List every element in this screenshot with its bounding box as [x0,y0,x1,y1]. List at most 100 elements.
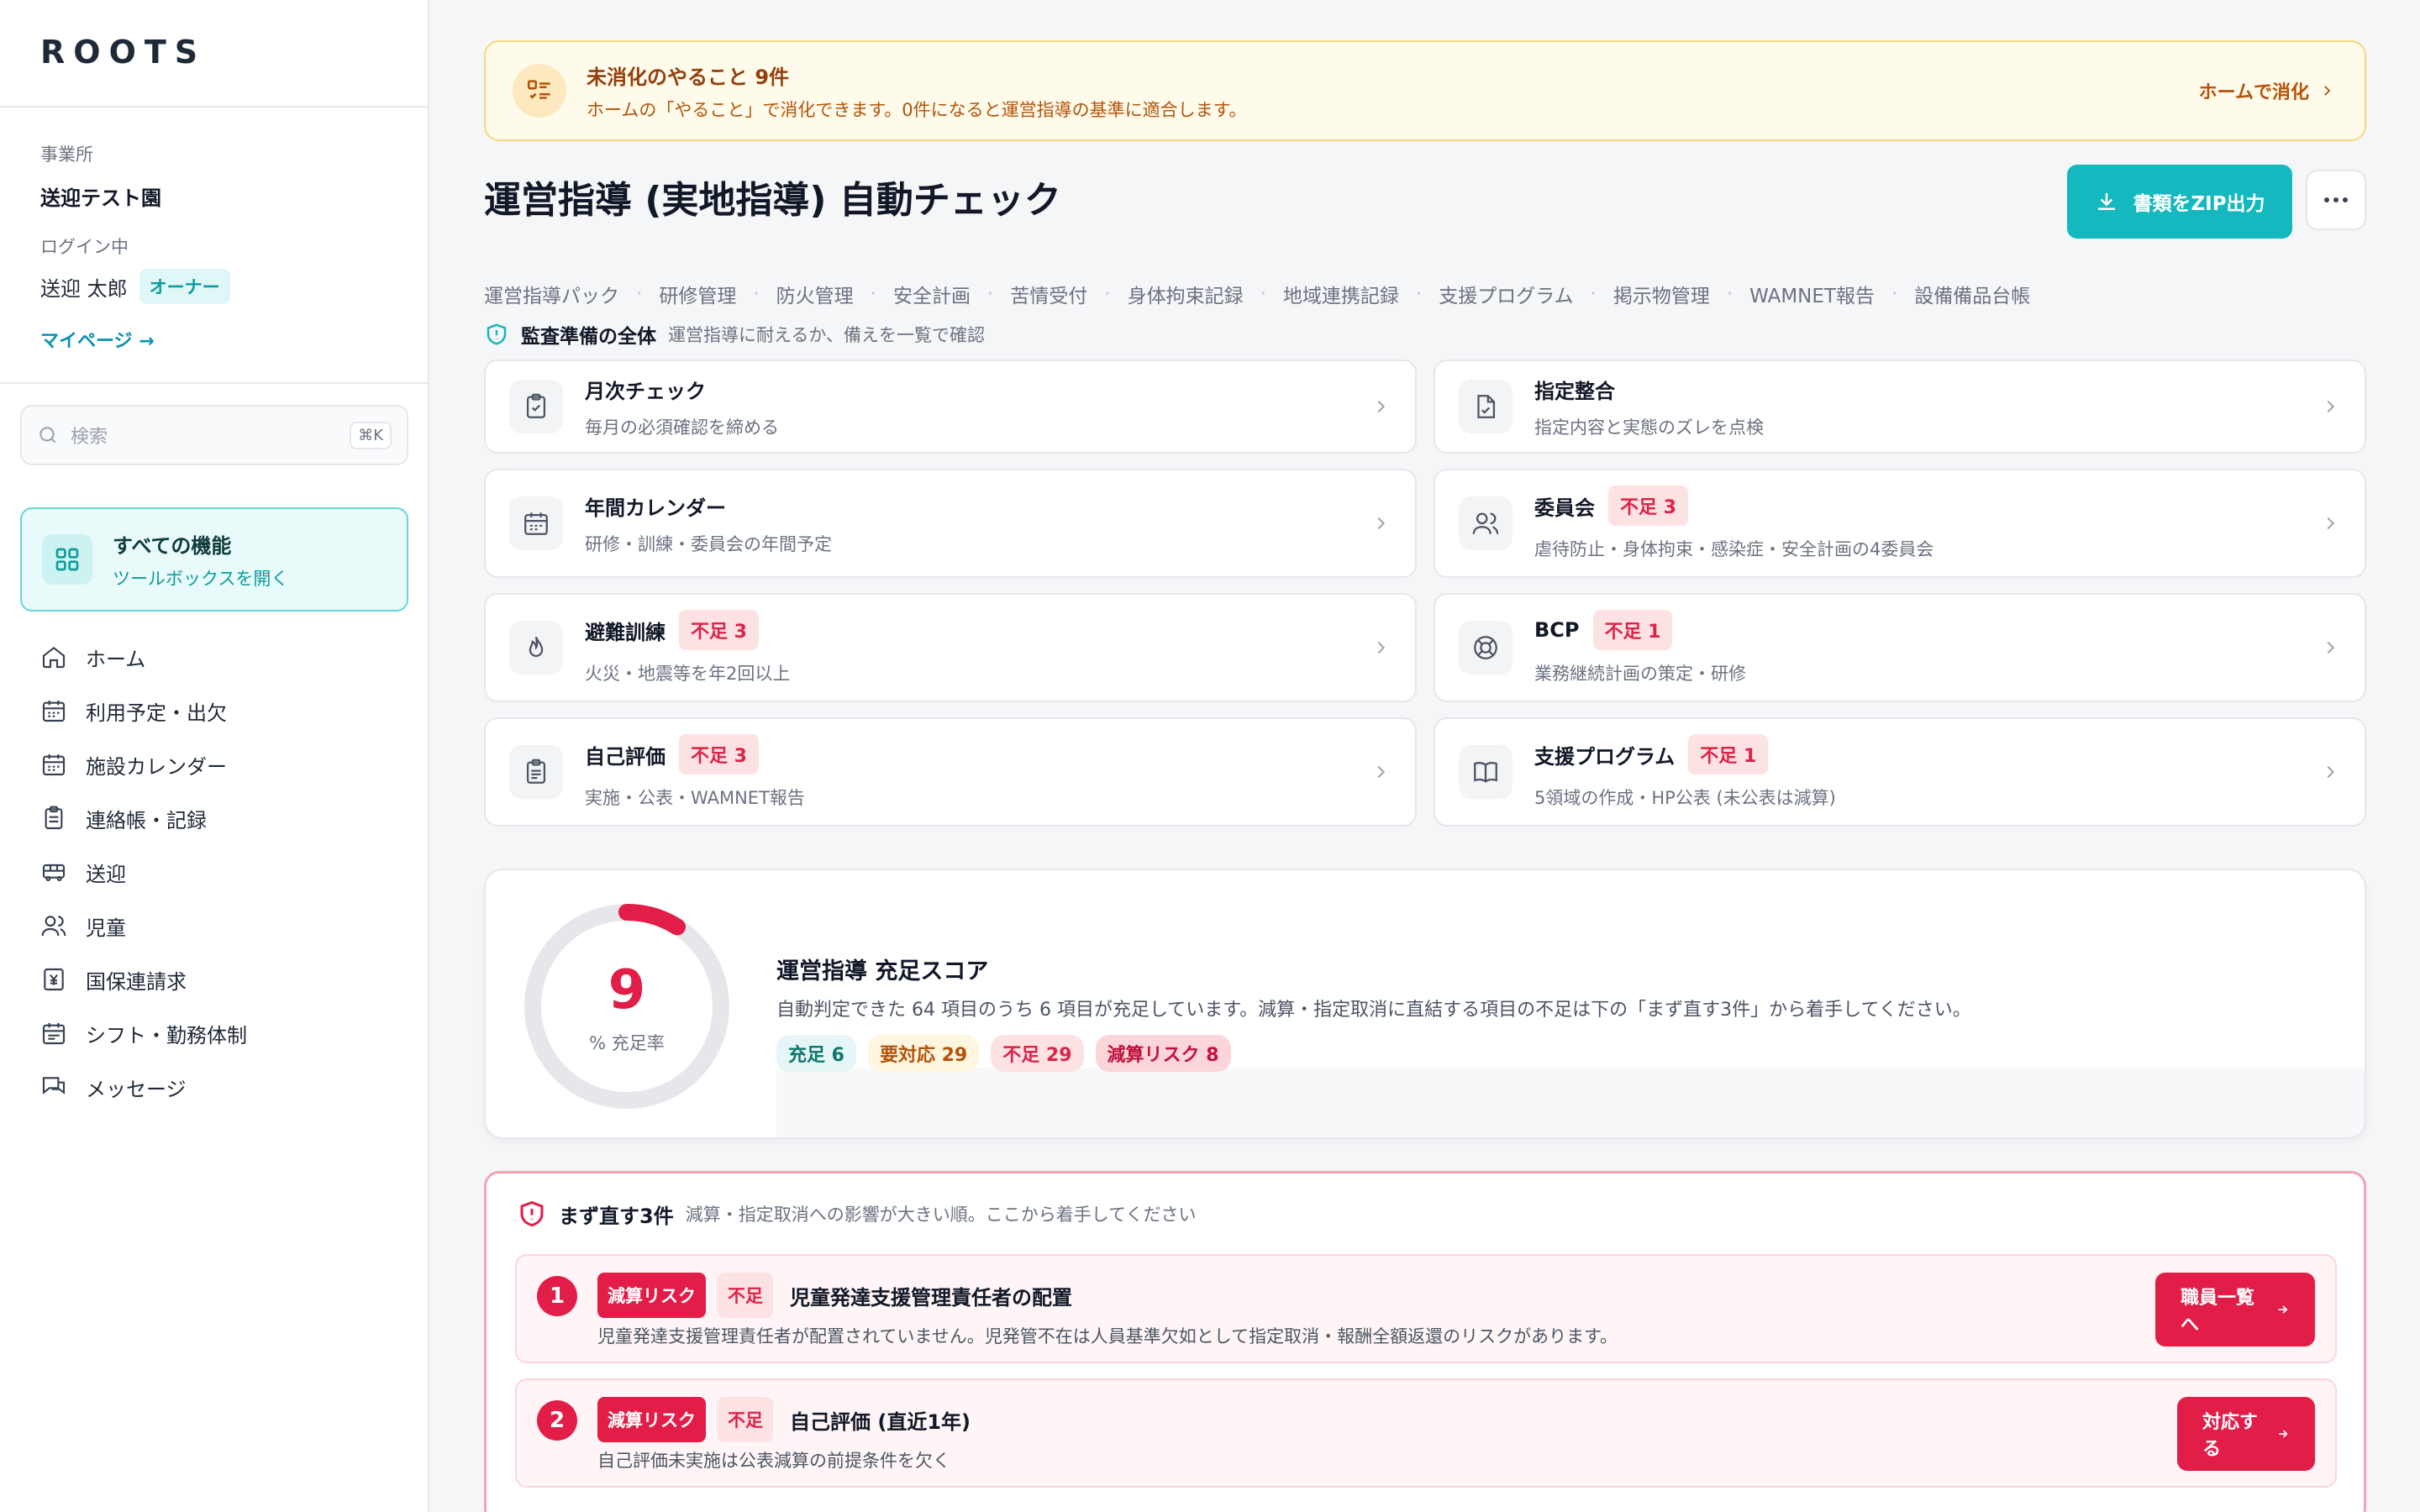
sidebar-item-label: 利用予定・出欠 [86,701,227,725]
sidebar-item-children[interactable]: 児童 [40,899,247,953]
sidebar-item-attendance[interactable]: 利用予定・出欠 [40,684,247,738]
subnav-link[interactable]: 設備備品台帳 [1914,280,2030,308]
zip-export-label: 書類をZIP出力 [2133,193,2265,215]
todo-title: 未消化のやること 9件 [587,65,790,89]
chevron-right-icon [2324,86,2331,96]
resolve-button[interactable]: 対応する [2177,1397,2315,1471]
shield-icon [487,323,507,345]
subnav-link[interactable]: 防火管理 [776,280,854,308]
users-icon [1459,496,1512,550]
clipboard-check-icon [509,380,563,433]
page-header: 運営指導 (実地指導) 自動チェック 書類をZIP出力 [484,141,2366,276]
card-title: 自己評価 [585,744,666,769]
chip-fulfilled: 充足 6 [776,1035,856,1072]
calendar-icon [42,754,66,776]
subnav-link[interactable]: 研修管理 [659,280,736,308]
arrow-right-icon [2278,1305,2288,1314]
card-title: 月次チェック [585,379,706,403]
sidebar-item-shift[interactable]: シフト・勤務体制 [40,1006,247,1060]
chevron-right-icon [2327,765,2335,779]
chevron-right-icon [1377,641,1386,654]
fix-item-description: 児童発達支援管理責任者が配置されていません。児発管不在は人員基準欠如として指定取… [597,1326,1618,1347]
sidebar-item-facility-calendar[interactable]: 施設カレンダー [40,738,247,791]
fix-item-description: 自己評価未実施は公表減算の前提条件を欠く [597,1451,950,1471]
card-self-evaluation[interactable]: 自己評価 不足 3 実施・公表・WAMNET報告 [484,717,1417,827]
sidebar-item-billing[interactable]: 国保連請求 [40,953,247,1006]
card-annual-calendar[interactable]: 年間カレンダー 研修・訓練・委員会の年間予定 [484,469,1417,578]
staff-list-button[interactable]: 職員一覧へ [2155,1273,2315,1347]
subnav-link[interactable]: 地域連携記録 [1283,280,1399,308]
page-title: 運営指導 (実地指導) 自動チェック [484,179,1061,222]
subnav-link[interactable]: 身体拘束記録 [1128,280,1244,308]
fix-item-number: 2 [537,1400,577,1441]
subnav-link[interactable]: WAMNET報告 [1749,280,1875,308]
card-subtitle: 実施・公表・WAMNET報告 [585,788,805,808]
card-bcp[interactable]: BCP 不足 1 業務継続計画の策定・研修 [1434,593,2366,702]
card-title: 避難訓練 [585,620,666,644]
score-title: 運営指導 充足スコア [776,958,989,984]
chip-shortage: 不足 29 [991,1035,1084,1072]
search-input[interactable]: 検索 [71,422,338,449]
fix-item-number: 1 [537,1276,577,1316]
sidebar-divider [0,106,428,108]
chip-action-needed: 要対応 29 [867,1035,980,1072]
clipboard-icon [45,806,63,830]
mypage-link[interactable]: マイページ → [40,326,155,353]
grid-icon [42,534,92,585]
search-icon [39,427,56,444]
home-digest-link[interactable]: ホームで消化 [2199,77,2334,104]
subnav-link[interactable]: 運営指導パック [484,280,619,308]
checklist-icon [513,64,566,118]
all-features-button[interactable]: すべての機能 ツールボックスを開く [20,507,408,612]
sidebar-item-records[interactable]: 連絡帳・記録 [40,791,247,845]
todo-subtitle: ホームの「やること」で消化できます。0件になると運営指導の基準に適合します。 [587,99,1247,120]
shortage-badge: 不足 3 [679,610,759,650]
subnav-separator: · [636,283,643,305]
fix-item-title: 児童発達支援管理責任者の配置 [790,1285,1072,1310]
sidebar-item-label: 連絡帳・記録 [86,808,207,832]
sidebar: ROOTS 事業所 送迎テスト園 ログイン中 送迎 太郎 オーナー マイページ … [0,0,429,1512]
card-title: 支援プログラム [1534,744,1676,769]
search-box[interactable]: 検索 ⌘K [20,405,408,465]
app-root: ROOTS 事業所 送迎テスト園 ログイン中 送迎 太郎 オーナー マイページ … [0,0,2420,1512]
score-unit-label: % 充足率 [589,1033,665,1053]
fix-first-title: まず直す3件 [559,1204,674,1228]
card-designation-consistency[interactable]: 指定整合 指定内容と実態のズレを点検 [1434,360,2366,454]
audit-section-title: 監査準備の全体 [521,326,656,348]
card-evacuation-drill[interactable]: 避難訓練 不足 3 火災・地震等を年2回以上 [484,593,1417,702]
sidebar-item-home[interactable]: ホーム [40,630,247,684]
sidebar-item-label: 児童 [86,916,126,940]
all-features-subtitle: ツールボックスを開く [113,568,289,589]
sidebar-item-label: 国保連請求 [86,969,187,994]
sidebar-nav: ホーム 利用予定・出欠 施設カレンダー 連絡帳・記録 送迎 児童 国保連請求 シ… [40,630,247,1114]
shortage-badge: 不足 3 [1608,486,1688,526]
more-button[interactable] [2306,170,2366,230]
home-icon [42,646,66,669]
subnav: 運営指導パック · 研修管理 · 防火管理 · 安全計画 · 苦情受付 · 身体拘束記録 ·… [484,276,2366,312]
subnav-link[interactable]: 苦情受付 [1010,280,1087,308]
card-committee[interactable]: 委員会 不足 3 虐待防止・身体拘束・感染症・安全計画の4委員会 [1434,469,2366,578]
score-description: 自動判定できた 64 項目のうち 6 項目が充足しています。減算・指定取消に直結… [776,1000,1971,1021]
sidebar-item-transport[interactable]: 送迎 [40,845,247,899]
sidebar-item-messages[interactable]: メッセージ [40,1060,247,1114]
arrow-right-icon [2279,1430,2288,1438]
office-label: 事業所 [40,144,93,165]
sidebar-item-label: メッセージ [86,1077,187,1101]
search-shortcut: ⌘K [350,421,392,449]
zip-export-button[interactable]: 書類をZIP出力 [2067,165,2292,239]
audit-section-subtitle: 運営指導に耐えるか、備えを一覧で確認 [668,325,985,345]
card-support-program[interactable]: 支援プログラム 不足 1 5領域の作成・HP公表 (未公表は減算) [1434,717,2366,827]
compliance-score-card: 9 % 充足率 運営指導 充足スコア 自動判定できた 64 項目のうち 6 項目… [484,869,2366,1139]
subnav-link[interactable]: 支援プログラム [1439,280,1573,308]
lifebuoy-icon [1459,621,1512,675]
subnav-link[interactable]: 掲示物管理 [1613,280,1710,308]
fix-item: 1 減算リスク 不足 児童発達支援管理責任者の配置 児童発達支援管理責任者が配置… [515,1254,2337,1363]
card-subtitle: 研修・訓練・委員会の年間予定 [585,533,832,554]
all-features-title: すべての機能 [113,533,232,558]
subnav-link[interactable]: 安全計画 [893,280,971,308]
flame-icon [509,621,563,675]
fix-action-label: 職員一覧へ [2181,1288,2255,1336]
app-logo[interactable]: ROOTS [40,34,206,71]
card-monthly-check[interactable]: 月次チェック 毎月の必須確認を締める [484,360,1417,454]
sidebar-divider [0,382,428,384]
